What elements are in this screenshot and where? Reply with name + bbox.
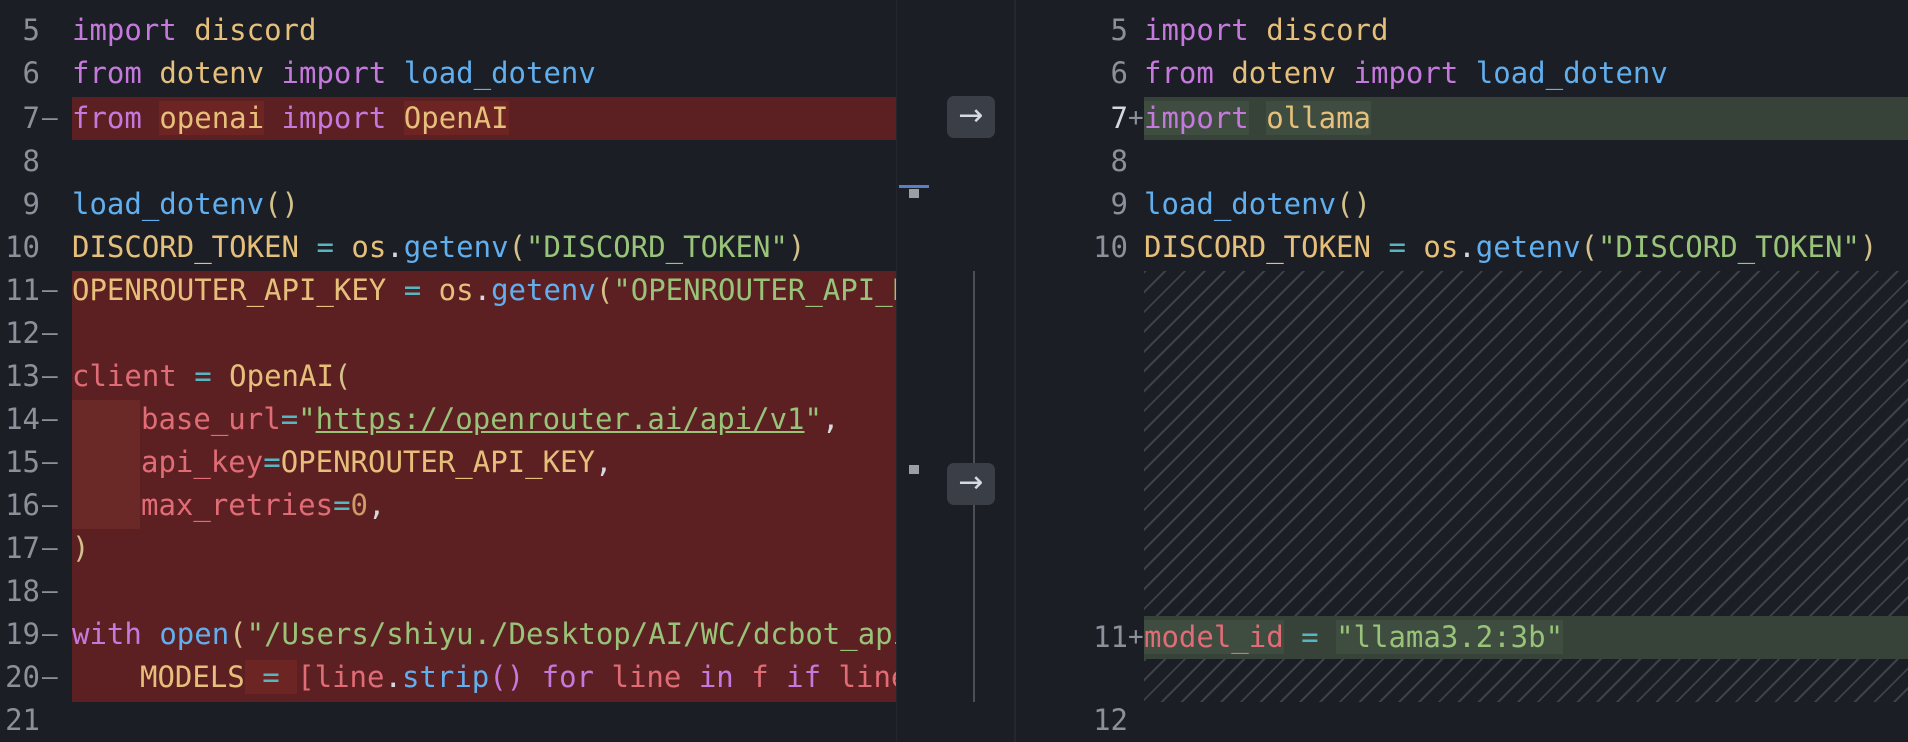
line-number: 7: [1110, 101, 1128, 135]
code-text[interactable]: load_dotenv(): [1144, 183, 1371, 226]
line-number: 21: [5, 703, 40, 737]
code-line-added: 11 + model_id = "llama3.2:3b": [1016, 616, 1908, 659]
diff-marker: —: [42, 103, 58, 133]
code-text[interactable]: DISCORD_TOKEN = os.getenv("DISCORD_TOKEN…: [72, 226, 805, 269]
line-number: 5: [1110, 13, 1128, 47]
diff-marker: —: [42, 533, 58, 563]
right-pane-modified: 5 import discord 6 from dotenv import lo…: [1016, 0, 1908, 742]
line-number: 9: [22, 187, 40, 221]
line-number: 11: [5, 273, 40, 307]
diff-viewer: 5 import discord 6 from dotenv import lo…: [0, 0, 1908, 742]
minimap-marker: [909, 189, 919, 198]
code-text[interactable]: import discord: [72, 9, 316, 52]
code-text[interactable]: model_id = "llama3.2:3b": [1144, 616, 1564, 659]
diff-marker: —: [42, 318, 58, 348]
line-number: 9: [1110, 187, 1128, 221]
line-number: 16: [5, 488, 40, 522]
code-line: 6 from dotenv import load_dotenv: [1016, 52, 1908, 95]
code-text[interactable]: from dotenv import load_dotenv: [72, 52, 596, 95]
line-number: 10: [5, 230, 40, 264]
line-number: 15: [5, 445, 40, 479]
code-line: 9 load_dotenv(): [1016, 183, 1908, 226]
code-text[interactable]: MODELS = [line.strip() for line in f if …: [140, 656, 932, 699]
code-text[interactable]: import discord: [1144, 9, 1388, 52]
code-line: 12: [1016, 699, 1908, 742]
line-number: 6: [22, 56, 40, 90]
code-text[interactable]: from openai import OpenAI: [72, 97, 509, 140]
code-line-deleted: 18 —: [0, 570, 932, 613]
line-number: 17: [5, 531, 40, 565]
code-text[interactable]: load_dotenv(): [72, 183, 299, 226]
code-line-added: 7 + import ollama: [1016, 97, 1908, 140]
line-number: 13: [5, 359, 40, 393]
revert-chunk-button[interactable]: →: [947, 96, 995, 138]
code-line-deleted: 14 — base_url="https://openrouter.ai/api…: [0, 398, 932, 441]
revert-chunk-button[interactable]: →: [947, 463, 995, 505]
line-number: 19: [5, 617, 40, 651]
diff-marker: —: [42, 490, 58, 520]
code-line-deleted: 7 — from openai import OpenAI: [0, 97, 932, 140]
code-line-deleted: 15 — api_key=OPENROUTER_API_KEY,: [0, 441, 932, 484]
line-number: 8: [1110, 144, 1128, 178]
diff-marker: —: [42, 662, 58, 692]
code-line: 5 import discord: [0, 9, 932, 52]
line-number: 18: [5, 574, 40, 608]
code-line: 10 DISCORD_TOKEN = os.getenv("DISCORD_TO…: [0, 226, 932, 269]
code-text[interactable]: from dotenv import load_dotenv: [1144, 52, 1668, 95]
arrow-right-icon: →: [958, 465, 984, 500]
code-text[interactable]: base_url="https://openrouter.ai/api/v1",: [141, 398, 839, 441]
code-line: 10 DISCORD_TOKEN = os.getenv("DISCORD_TO…: [1016, 226, 1908, 269]
empty-placeholder-region: [1144, 659, 1908, 702]
code-text[interactable]: api_key=OPENROUTER_API_KEY,: [141, 441, 612, 484]
arrow-right-icon: →: [958, 98, 984, 133]
line-number: 11: [1093, 620, 1128, 654]
left-pane-original: 5 import discord 6 from dotenv import lo…: [0, 0, 932, 742]
diff-marker: —: [42, 361, 58, 391]
diff-marker: —: [42, 619, 58, 649]
code-text[interactable]: max_retries=0,: [141, 484, 385, 527]
code-line-deleted: 11 — OPENROUTER_API_KEY = os.getenv("OPE…: [0, 269, 932, 312]
line-number: 8: [22, 144, 40, 178]
code-text[interactable]: OPENROUTER_API_KEY = os.getenv("OPENROUT…: [72, 269, 932, 312]
line-number: 12: [5, 316, 40, 350]
left-scroll-gutter[interactable]: [896, 0, 932, 742]
code-line-deleted: 17 — ): [0, 527, 932, 570]
line-number: 12: [1093, 703, 1128, 737]
code-line: 6 from dotenv import load_dotenv: [0, 52, 932, 95]
code-text[interactable]: ): [72, 527, 89, 570]
code-text[interactable]: import ollama: [1144, 97, 1371, 140]
diff-marker: —: [42, 447, 58, 477]
code-line-deleted: 16 — max_retries=0,: [0, 484, 932, 527]
code-line: 5 import discord: [1016, 9, 1908, 52]
diff-marker: —: [42, 275, 58, 305]
code-text[interactable]: client = OpenAI(: [72, 355, 351, 398]
code-line-deleted: 12 —: [0, 312, 932, 355]
code-text[interactable]: with open("/Users/shiyu./Desktop/AI/WC/d…: [72, 613, 932, 656]
minimap-marker: [909, 465, 919, 474]
diff-marker: —: [42, 404, 58, 434]
code-line: 21: [0, 699, 932, 742]
code-line-deleted: 13 — client = OpenAI(: [0, 355, 932, 398]
code-line-deleted: 19 — with open("/Users/shiyu./Desktop/AI…: [0, 613, 932, 656]
line-number: 20: [5, 660, 40, 694]
line-number: 10: [1093, 230, 1128, 264]
code-line: 9 load_dotenv(): [0, 183, 932, 226]
diff-marker: —: [42, 576, 58, 606]
code-line: 8: [1016, 140, 1908, 183]
line-number: 6: [1110, 56, 1128, 90]
empty-placeholder-region: [1144, 271, 1908, 616]
code-text[interactable]: DISCORD_TOKEN = os.getenv("DISCORD_TOKEN…: [1144, 226, 1877, 269]
line-number: 7: [22, 101, 40, 135]
line-number: 14: [5, 402, 40, 436]
minimap-marker: [899, 185, 929, 188]
code-line-deleted: 20 — MODELS = [line.strip() for line in …: [0, 656, 932, 699]
code-line: 8: [0, 140, 932, 183]
line-number: 5: [22, 13, 40, 47]
